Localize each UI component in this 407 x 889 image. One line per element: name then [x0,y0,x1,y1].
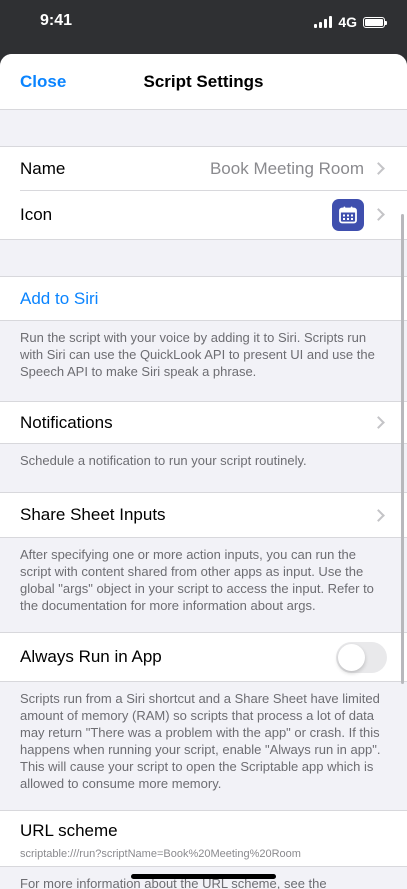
chevron-right-icon [372,416,385,429]
icon-row[interactable]: Icon [0,190,407,239]
toggle-knob [338,643,365,671]
chevron-right-icon [372,162,385,175]
page-title: Script Settings [143,72,264,91]
always-run-footer: Scripts run from a Siri shortcut and a S… [20,691,381,791]
script-settings-sheet: Close Script Settings Name Book Meeting … [0,54,407,889]
url-scheme-value: scriptable:///run?scriptName=Book%20Meet… [20,848,301,860]
siri-section: Add to Siri [0,276,407,321]
home-indicator[interactable] [131,874,276,879]
scroll-indicator[interactable] [401,214,404,684]
battery-icon [363,16,387,28]
name-label: Name [20,158,66,178]
chevron-right-icon [372,508,385,522]
status-time: 9:41 [40,12,73,29]
share-sheet-inputs-label: Share Sheet Inputs [20,505,166,524]
status-bar: 9:41 4G [0,0,407,48]
siri-footer: Run the script with your voice by adding… [20,330,375,379]
add-to-siri-button[interactable]: Add to Siri [20,289,387,309]
status-indicators: 4G [314,14,387,30]
navigation-bar: Close Script Settings [0,54,407,110]
url-scheme-section: URL scheme scriptable:///run?scriptName=… [0,810,407,867]
url-scheme-label: URL scheme [20,821,118,840]
always-run-in-app-toggle[interactable] [336,641,387,673]
always-run-in-app-row: Always Run in App [0,633,407,681]
share-sheet-inputs-row[interactable]: Share Sheet Inputs [0,493,407,537]
notifications-row[interactable]: Notifications [0,402,407,443]
chevron-right-icon [372,208,385,221]
calendar-icon[interactable] [332,198,364,231]
add-to-siri-row[interactable]: Add to Siri [0,277,407,320]
name-row[interactable]: Name Book Meeting Room [0,147,407,190]
notifications-footer: Schedule a notification to run your scri… [20,453,307,468]
cellular-signal-icon [314,16,333,28]
notifications-label: Notifications [20,412,113,432]
notifications-section: Notifications [0,401,407,444]
always-run-in-app-label: Always Run in App [20,647,162,666]
icon-label: Icon [20,204,53,224]
always-run-section: Always Run in App [0,632,407,682]
network-label: 4G [338,14,357,30]
share-sheet-section: Share Sheet Inputs [0,492,407,538]
general-section: Name Book Meeting Room Icon [0,146,407,240]
url-scheme-row[interactable]: URL scheme scriptable:///run?scriptName=… [0,811,407,866]
name-value: Book Meeting Room [209,158,364,178]
share-sheet-footer: After specifying one or more action inpu… [20,547,374,613]
